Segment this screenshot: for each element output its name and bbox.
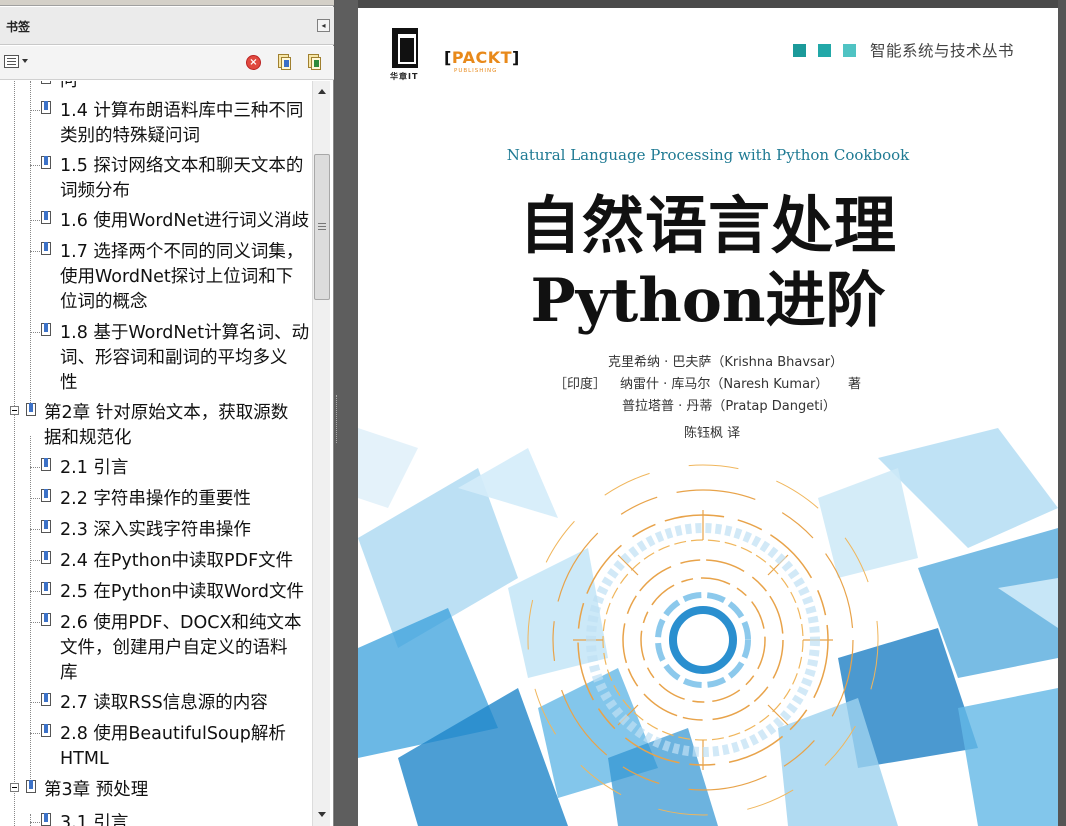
hzbooks-logo-icon: [392, 28, 418, 68]
tree-connector: [30, 702, 40, 703]
scrollbar-thumb[interactable]: [314, 154, 330, 300]
bookmark-icon: [26, 403, 37, 418]
tree-connector: [30, 498, 40, 499]
tree-guide-line: [30, 436, 31, 791]
bookmarks-panel: 书签 ◂ × 问 1.4 计算布朗语料库中三种不同 类别的特殊疑问词 1.5 探讨网…: [0, 0, 334, 826]
bookmarks-scrollbar[interactable]: [312, 81, 330, 826]
author-1: 克里希纳 · 巴夫萨（Krishna Bhavsar）: [608, 355, 844, 370]
tree-guide-line: [30, 814, 31, 826]
bookmark-label: 1.4 计算布朗语料库中三种不同 类别的特殊疑问词: [60, 101, 304, 146]
bookmark-label: 1.7 选择两个不同的同义词集， 使用WordNet探讨上位词和下 位词的概念: [60, 242, 304, 312]
bookmark-icon: [41, 156, 52, 171]
tree-connector: [30, 529, 40, 530]
author-suffix: 著: [848, 377, 862, 392]
tree-connector: [30, 165, 40, 166]
collapse-toggle-icon[interactable]: [10, 406, 19, 415]
english-title: Natural Language Processing with Python …: [506, 146, 910, 164]
bookmark-icon: [41, 323, 52, 338]
bookmark-label: 第2章 针对原始文本，获取源数 据和规范化: [44, 403, 289, 448]
bookmarks-header: 书签 ◂: [0, 7, 334, 45]
series-square-icon: [843, 44, 856, 57]
bookmark-label: 2.1 引言: [60, 458, 129, 478]
title-subline: Python进阶: [530, 266, 886, 336]
bookmark-label: 2.2 字符串操作的重要性: [60, 489, 251, 509]
bookmarks-toolbar: ×: [0, 46, 334, 80]
bookmark-tree: 问 1.4 计算布朗语料库中三种不同 类别的特殊疑问词 1.5 探讨网络文本和聊天文…: [0, 81, 312, 826]
bookmark-label: 3.1 引言: [60, 813, 129, 826]
bookmark-label: 2.8 使用BeautifulSoup解析 HTML: [60, 724, 286, 769]
right-gutter: [1058, 0, 1066, 826]
bookmark-icon: [41, 489, 52, 504]
panel-top-edge: [0, 0, 334, 6]
tree-connector: [30, 822, 40, 823]
bookmark-icon: [41, 458, 52, 473]
series-square-icon: [793, 44, 806, 57]
tree-connector: [30, 733, 40, 734]
series-square-icon: [818, 44, 831, 57]
scroll-down-icon[interactable]: [315, 808, 329, 822]
tree-connector: [30, 560, 40, 561]
tree-connector: [30, 110, 40, 111]
bookmark-label: 1.8 基于WordNet计算名词、动 词、形容词和副词的平均多义 性: [60, 323, 310, 393]
tree-connector: [30, 467, 40, 468]
series-name: 智能系统与技术丛书: [870, 42, 1015, 60]
bookmark-icon: [41, 693, 52, 708]
cover-artwork: [358, 428, 1058, 826]
bookmark-label: 问: [60, 81, 78, 91]
expand-bookmark-icon[interactable]: [306, 54, 322, 71]
bookmark-icon: [26, 780, 37, 795]
bookmark-icon: [41, 101, 52, 116]
pdf-reader-window: 书签 ◂ × 问 1.4 计算布朗语料库中三种不同 类别的特殊疑问词 1.5 探讨网…: [0, 0, 1066, 826]
tree-connector: [30, 591, 40, 592]
bookmark-icon: [41, 551, 52, 566]
delete-bookmark-icon[interactable]: ×: [246, 55, 261, 70]
bookmarks-title: 书签: [6, 20, 31, 34]
options-menu-icon[interactable]: [4, 54, 30, 70]
tree-connector: [30, 332, 40, 333]
bookmark-icon: [41, 520, 52, 535]
collapse-toggle-icon[interactable]: [10, 783, 19, 792]
tree-guide-line: [30, 81, 31, 403]
tree-connector: [30, 251, 40, 252]
tree-connector: [30, 622, 40, 623]
bookmark-icon: [41, 81, 52, 86]
packt-logo-sub: PUBLISHING: [454, 68, 498, 74]
bookmark-icon: [41, 211, 52, 226]
packt-logo: [PACKT]: [444, 48, 520, 67]
bookmark-label: 2.4 在Python中读取PDF文件: [60, 551, 294, 571]
bookmark-label: 2.3 深入实践字符串操作: [60, 520, 251, 540]
blue-shard-shapes: [358, 428, 1058, 826]
bookmark-label: 1.6 使用WordNet进行词义消歧: [60, 211, 310, 231]
bookmark-label: 2.6 使用PDF、DOCX和纯文本 文件，创建用户自定义的语料 库: [60, 613, 302, 683]
tree-guide-line: [14, 81, 15, 826]
author-2: 纳雷什 · 库马尔（Naresh Kumar）: [620, 377, 829, 392]
bookmark-icon: [41, 582, 52, 597]
tree-connector: [30, 220, 40, 221]
bookmark-icon: [41, 724, 52, 739]
scroll-up-icon[interactable]: [315, 85, 329, 99]
collapse-panel-button[interactable]: ◂: [317, 19, 330, 32]
author-3: 普拉塔普 · 丹蒂（Pratap Dangeti）: [622, 399, 836, 414]
splitter-grip[interactable]: [336, 395, 340, 443]
document-page: 华章IT [PACKT] PUBLISHING 智能系统与技术丛书 Natura…: [358, 8, 1058, 826]
chinese-title: 自然语言处理: [518, 189, 897, 262]
bookmark-label: 2.7 读取RSS信息源的内容: [60, 693, 268, 713]
author-country: ［印度］: [554, 377, 607, 392]
bookmark-icon: [41, 813, 52, 826]
hzbooks-logo-text: 华章IT: [390, 72, 419, 81]
new-bookmark-icon[interactable]: [276, 54, 292, 71]
bookmark-icon: [41, 613, 52, 628]
bookmark-label: 第3章 预处理: [44, 780, 149, 800]
page-top-strip: [358, 0, 1066, 8]
bookmark-label: 1.5 探讨网络文本和聊天文本的 词频分布: [60, 156, 304, 201]
bookmark-icon: [41, 242, 52, 257]
bookmark-label: 2.5 在Python中读取Word文件: [60, 582, 305, 602]
